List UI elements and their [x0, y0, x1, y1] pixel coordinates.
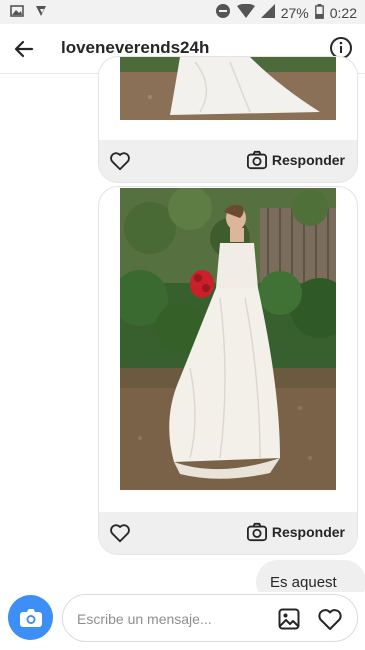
heart-icon	[110, 524, 130, 543]
status-bar: 27% 0:22	[0, 0, 365, 24]
camera-button[interactable]	[8, 595, 53, 640]
heart-icon	[318, 609, 342, 630]
like-button[interactable]	[317, 607, 343, 631]
shared-post-card[interactable]: Responder	[98, 56, 358, 183]
back-button[interactable]	[12, 37, 36, 61]
camera-icon	[19, 608, 42, 627]
post-action-bar: Responder	[99, 140, 357, 182]
message-input-pill	[62, 594, 358, 642]
message-composer	[0, 592, 365, 650]
reply-button[interactable]: Responder	[246, 522, 345, 542]
wedding-photo[interactable]	[120, 188, 336, 490]
camera-icon	[246, 150, 267, 170]
reply-label: Responder	[271, 152, 345, 168]
image-icon	[10, 4, 24, 23]
like-post-button[interactable]	[109, 522, 131, 544]
message-text: Es aquest	[270, 574, 337, 591]
arrow-left-icon	[14, 40, 34, 58]
message-input[interactable]	[77, 609, 267, 629]
clock: 0:22	[329, 4, 357, 21]
reply-button[interactable]: Responder	[246, 150, 345, 170]
heart-icon	[110, 152, 130, 171]
post-action-bar: Responder	[99, 512, 357, 554]
do-not-disturb-icon	[215, 3, 231, 22]
battery-icon	[314, 3, 324, 22]
chat-title[interactable]: loveneverends24h	[61, 38, 209, 58]
wedding-photo[interactable]	[120, 57, 336, 120]
like-post-button[interactable]	[109, 150, 131, 172]
reply-label: Responder	[271, 524, 345, 540]
vpn-key-icon	[34, 4, 48, 23]
wifi-icon	[236, 3, 255, 21]
camera-icon	[246, 522, 267, 542]
battery-percent: 27%	[280, 4, 309, 21]
shared-post-card[interactable]: Responder	[98, 186, 358, 555]
gallery-button[interactable]	[277, 607, 301, 631]
gallery-icon	[278, 608, 300, 630]
signal-icon	[260, 4, 275, 21]
